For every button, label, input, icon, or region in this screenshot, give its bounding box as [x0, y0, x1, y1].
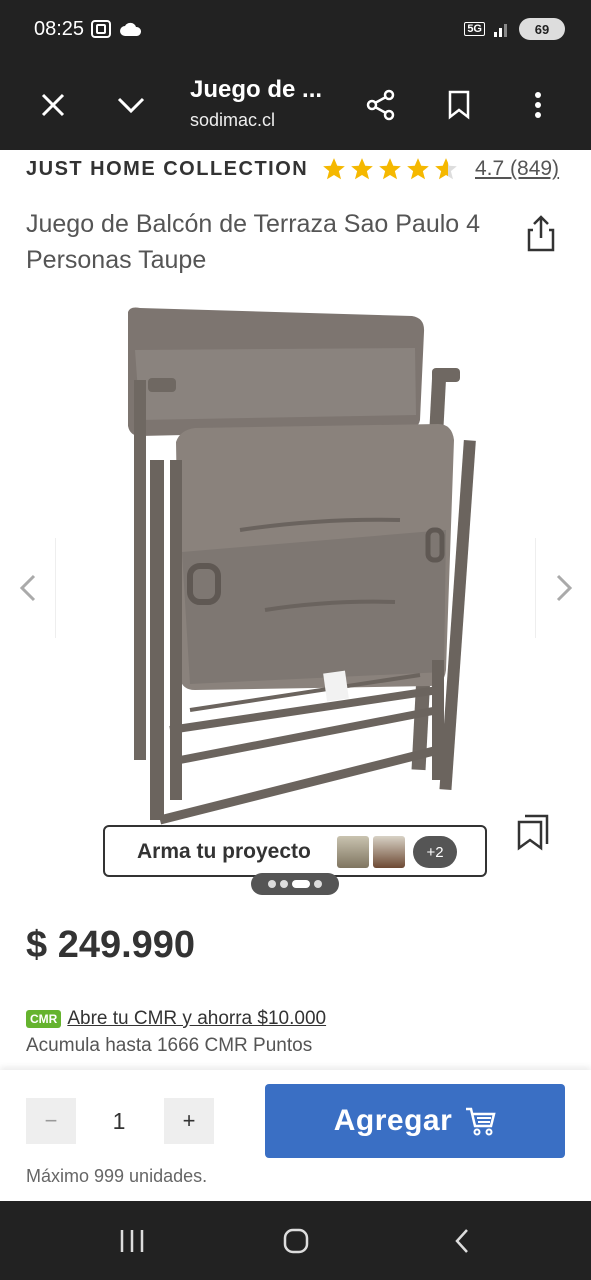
chevron-down-icon [117, 97, 145, 114]
carousel-dot[interactable] [292, 880, 310, 888]
cloud-icon [120, 22, 142, 36]
chevron-right-icon [556, 574, 572, 602]
cmr-points: Acumula hasta 1666 CMR Puntos [26, 1035, 313, 1056]
cmr-promo: CMR Abre tu CMR y ahorra $10.000 [26, 1008, 326, 1030]
signal-icon [494, 24, 507, 37]
share-upload-icon [527, 215, 555, 252]
carousel-prev-button[interactable] [0, 538, 56, 638]
bookmark-collection-icon [517, 814, 549, 851]
status-right: 5G 69 [464, 18, 565, 40]
home-button[interactable] [276, 1221, 316, 1261]
close-button[interactable] [28, 80, 78, 130]
page-title: Juego de ... [190, 76, 323, 103]
status-left-icons [90, 19, 142, 39]
battery-indicator: 69 [519, 18, 565, 40]
product-title: Juego de Balcón de Terraza Sao Paulo 4 P… [26, 210, 481, 274]
product-price: $ 249.990 [26, 924, 196, 966]
home-icon [283, 1228, 309, 1254]
rating-stars [321, 156, 459, 182]
add-to-cart-button[interactable]: Agregar [265, 1084, 565, 1158]
save-to-list-button[interactable] [515, 812, 553, 852]
more-vert-icon [535, 92, 541, 118]
cart-icon [466, 1107, 496, 1136]
product-image-carousel[interactable] [0, 290, 591, 850]
browser-toolbar: Juego de ... sodimac.cl [0, 60, 591, 150]
share-icon [366, 89, 395, 121]
share-product-button[interactable] [521, 214, 561, 254]
carousel-dot[interactable] [314, 880, 322, 888]
screenshot-icon [91, 20, 111, 38]
carousel-dots [251, 873, 339, 895]
star-icon [351, 158, 373, 180]
bookmark-icon [448, 90, 470, 120]
build-project-label: Arma tu proyecto [137, 840, 311, 863]
share-page-button[interactable] [356, 80, 406, 130]
star-half-icon [435, 158, 457, 180]
cmr-badge: CMR [26, 1010, 62, 1028]
status-time: 08:25 [34, 18, 85, 40]
close-icon [41, 93, 65, 117]
star-icon [379, 158, 401, 180]
collapse-button[interactable] [106, 80, 156, 130]
more-thumbnails-badge: +2 [413, 836, 457, 868]
bookmark-page-button[interactable] [434, 80, 484, 130]
back-icon [455, 1229, 468, 1253]
recent-apps-button[interactable] [112, 1221, 152, 1261]
add-to-cart-bar: − 1 + Agregar Máximo 999 unidades. [0, 1070, 591, 1201]
build-project-button[interactable]: Arma tu proyecto +2 [103, 825, 487, 877]
status-bar: 08:25 5G 69 [0, 0, 591, 60]
system-nav-bar [0, 1201, 591, 1280]
page-url: sodimac.cl [190, 110, 276, 130]
star-icon [323, 158, 345, 180]
network-label: 5G [464, 22, 485, 36]
carousel-next-button[interactable] [535, 538, 591, 638]
star-icon [407, 158, 429, 180]
rating-link[interactable]: 4.7 (849) [475, 157, 559, 181]
carousel-dot[interactable] [280, 880, 288, 888]
quantity-decrement-button[interactable]: − [26, 1098, 76, 1144]
brand-name[interactable]: JUST HOME COLLECTION [26, 158, 308, 181]
battery-level: 69 [534, 21, 550, 37]
brand-row: JUST HOME COLLECTION 4.7 (849) [0, 150, 591, 190]
quantity-value[interactable]: 1 [96, 1108, 142, 1135]
project-thumbnail [337, 836, 369, 868]
quantity-increment-button[interactable]: + [164, 1098, 214, 1144]
cmr-link[interactable]: Abre tu CMR y ahorra $10.000 [67, 1008, 326, 1030]
product-image [128, 307, 476, 825]
recent-apps-icon [120, 1230, 144, 1252]
carousel-dot[interactable] [268, 880, 276, 888]
more-count: +2 [426, 843, 444, 861]
back-button[interactable] [442, 1221, 482, 1261]
project-thumbnail [373, 836, 405, 868]
add-to-cart-label: Agregar [333, 1104, 453, 1137]
chevron-left-icon [19, 574, 35, 602]
more-options-button[interactable] [513, 80, 563, 130]
max-units-note: Máximo 999 unidades. [26, 1166, 208, 1186]
